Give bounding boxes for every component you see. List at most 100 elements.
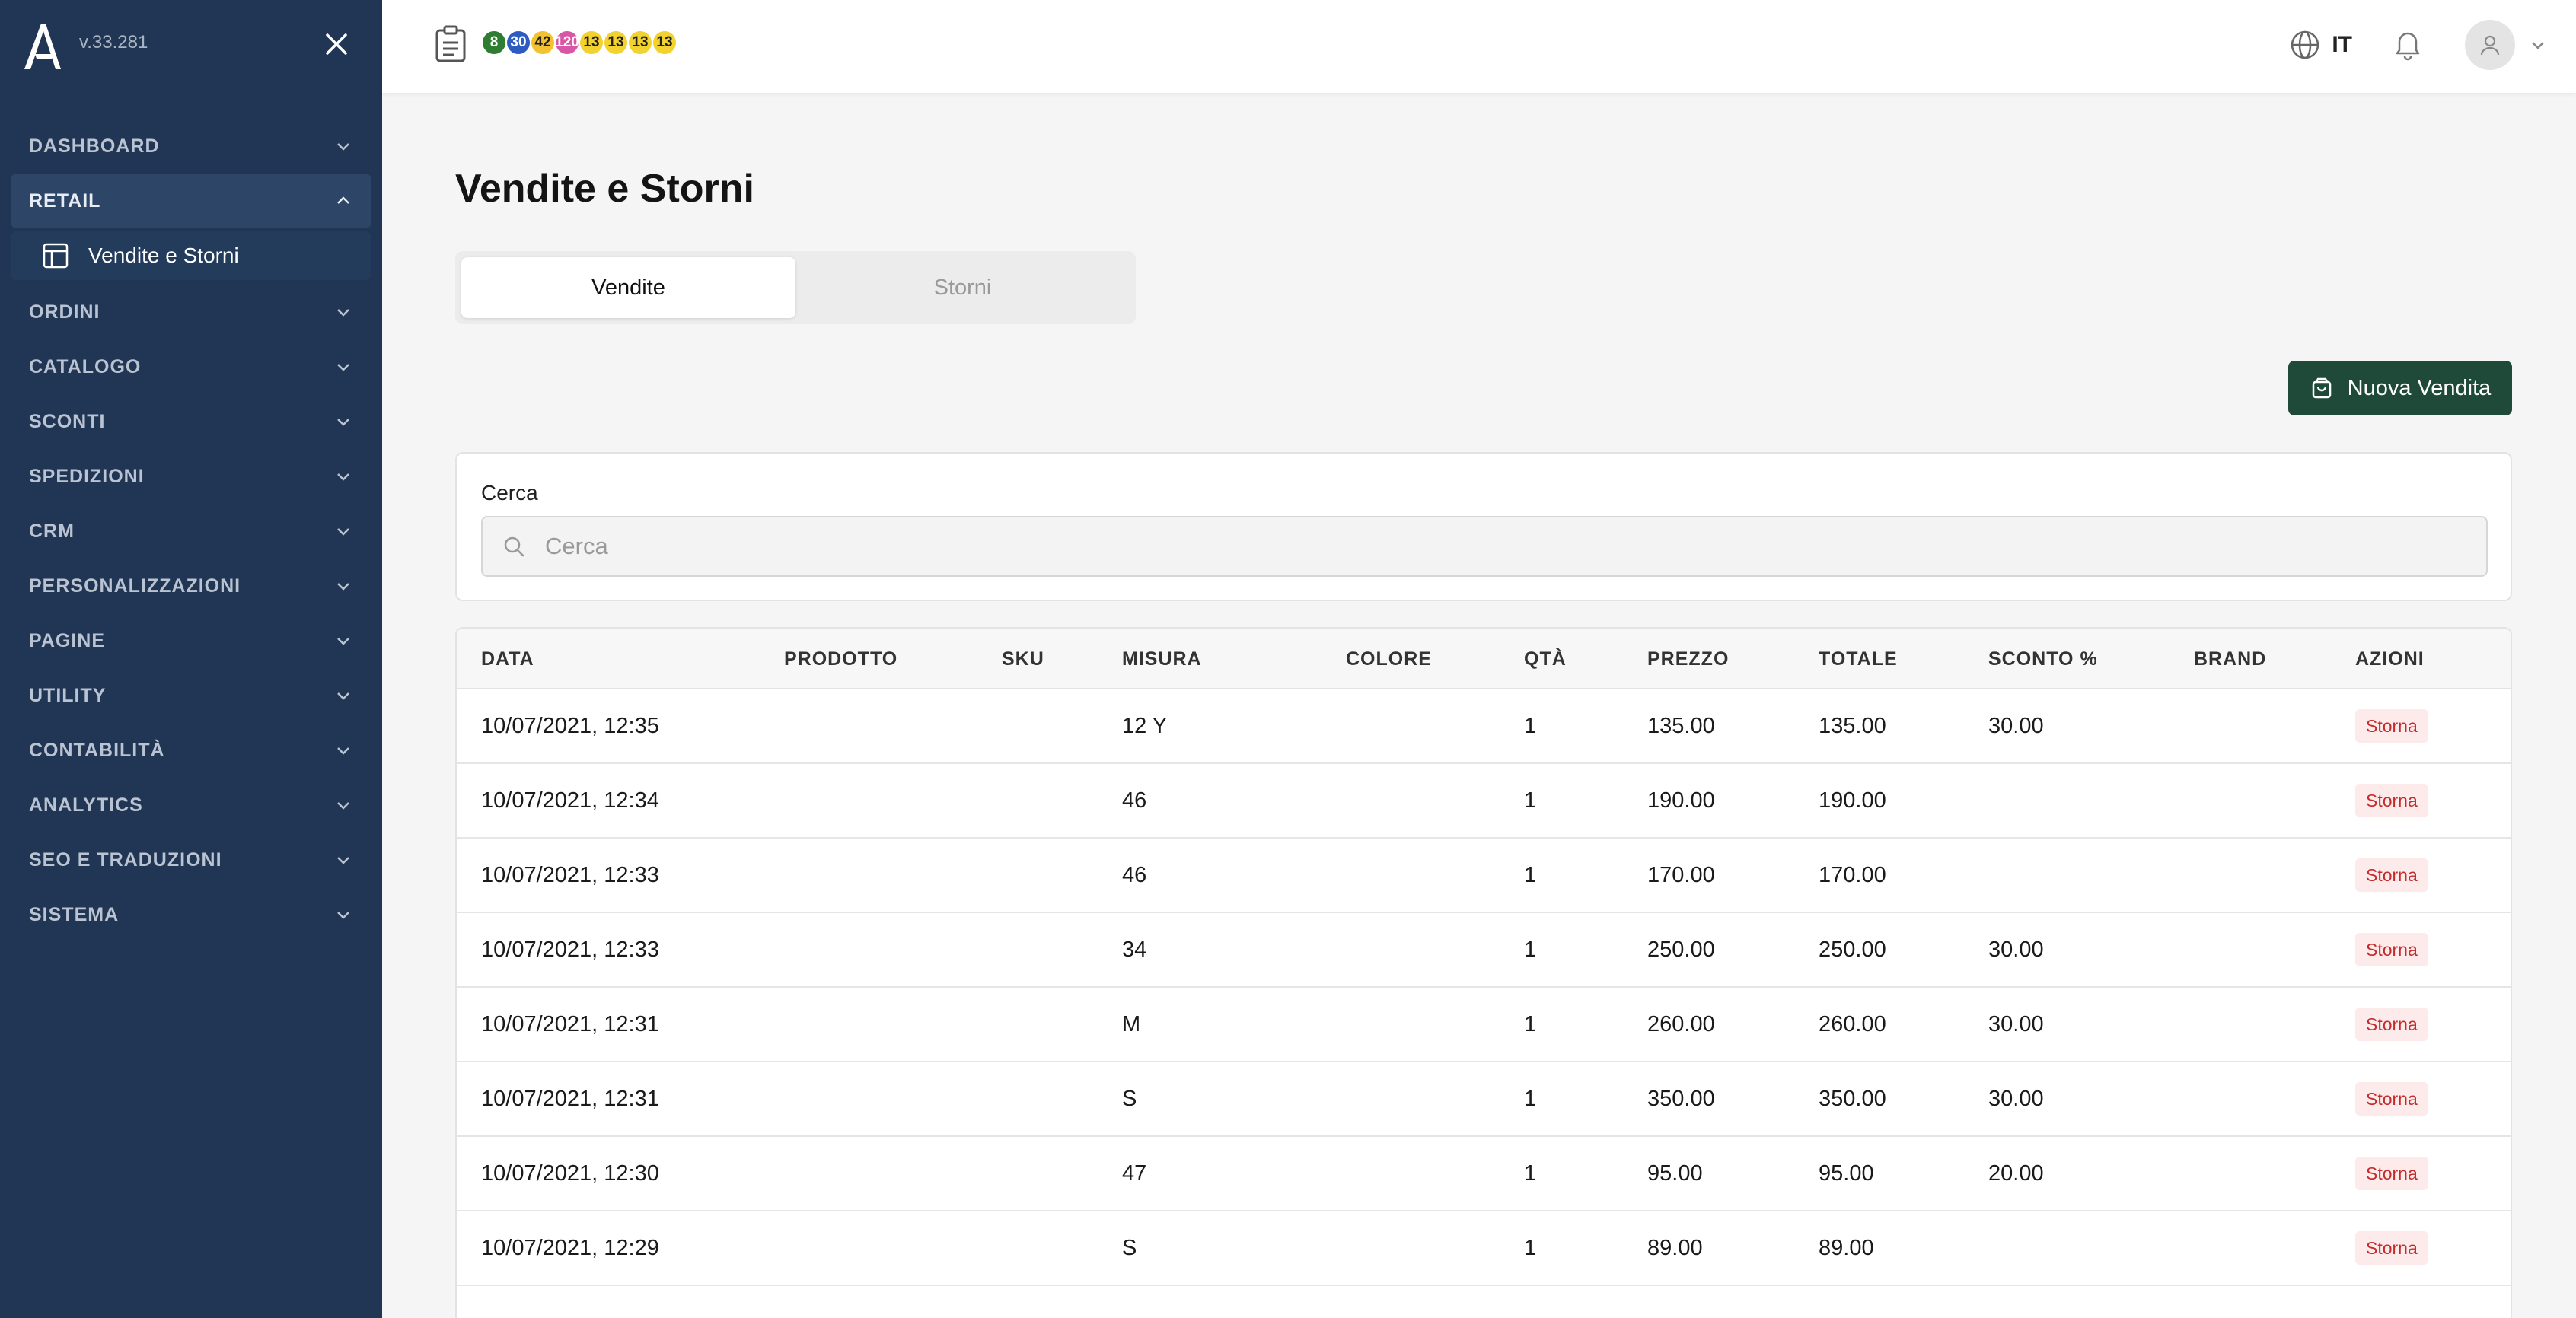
status-badge[interactable]: 42 — [530, 30, 556, 56]
sidebar-subitem-vendite-storni[interactable]: Vendite e Storni — [11, 231, 371, 280]
cell-prezzo: 260.00 — [1647, 1012, 1715, 1036]
table-row[interactable]: 10/07/2021, 12:34 46 1 190.00 190.00 Storna — [457, 764, 2511, 839]
sidebar-item-sistema[interactable]: SISTEMA — [11, 887, 371, 942]
clipboard-icon[interactable] — [432, 24, 469, 64]
chevron-down-icon[interactable] — [2527, 34, 2549, 56]
storna-button[interactable]: Storna — [2355, 784, 2428, 817]
table-row[interactable]: 10/07/2021, 12:33 34 1 250.00 250.00 30.00 Sto… — [457, 913, 2511, 988]
cell-misura: 47 — [1122, 1161, 1147, 1186]
sidebar-item-personalizzazioni[interactable]: PERSONALIZZAZIONI — [11, 559, 371, 613]
search-icon — [504, 536, 524, 557]
cell-qta: 1 — [1524, 714, 1537, 738]
chevron-down-icon — [337, 857, 349, 864]
table-row[interactable]: 10/07/2021, 12:30 47 1 95.00 95.00 20.00 Storn… — [457, 1137, 2511, 1211]
cell-totale: 190.00 — [1819, 788, 1886, 813]
column-header-colore[interactable]: COLORE — [1346, 648, 1432, 670]
cell-qta: 1 — [1524, 1236, 1537, 1260]
table-row[interactable]: 10/07/2021, 12:33 46 1 170.00 170.00 Storna — [457, 839, 2511, 913]
sidebar-item-seo-traduzioni[interactable]: SEO E TRADUZIONI — [11, 833, 371, 887]
cell-data: 10/07/2021, 12:31 — [481, 1087, 659, 1111]
table-row[interactable]: 10/07/2021, 12:35 12 Y 1 135.00 135.00 30.00 S… — [457, 689, 2511, 764]
sidebar-item-ordini[interactable]: ORDINI — [11, 285, 371, 339]
sidebar-subitem-label: Vendite e Storni — [88, 244, 239, 267]
chevron-down-icon — [337, 364, 349, 371]
column-header-sku[interactable]: SKU — [1002, 648, 1044, 670]
cell-prezzo: 170.00 — [1647, 863, 1715, 887]
sidebar-item-crm[interactable]: CRM — [11, 504, 371, 559]
app-version: v.33.281 — [79, 31, 148, 53]
column-header-misura[interactable]: MISURA — [1122, 648, 1202, 670]
storna-button[interactable]: Storna — [2355, 1082, 2428, 1116]
search-input[interactable] — [545, 533, 2372, 560]
cell-qta: 1 — [1524, 863, 1537, 887]
sidebar-item-dashboard[interactable]: DASHBOARD — [11, 119, 371, 174]
sidebar-item-label: PERSONALIZZAZIONI — [29, 575, 241, 597]
chevron-down-icon — [337, 638, 349, 645]
column-header-data[interactable]: DATA — [481, 648, 534, 670]
sidebar-item-label: UTILITY — [29, 684, 107, 706]
table-row[interactable]: 10/07/2021, 12:31 S 1 350.00 350.00 30.00 Stor… — [457, 1062, 2511, 1137]
cell-data: 10/07/2021, 12:33 — [481, 938, 659, 962]
app-logo-icon[interactable] — [21, 21, 64, 71]
chevron-down-icon — [337, 912, 349, 919]
sidebar-item-label: SEO E TRADUZIONI — [29, 848, 222, 871]
chevron-down-icon — [337, 309, 349, 317]
storna-button[interactable]: Storna — [2355, 1231, 2428, 1265]
storna-button[interactable]: Storna — [2355, 1008, 2428, 1041]
sidebar-item-catalogo[interactable]: CATALOGO — [11, 339, 371, 394]
sidebar-item-label: CATALOGO — [29, 355, 142, 377]
bell-icon[interactable] — [2392, 27, 2424, 61]
cell-misura: S — [1122, 1087, 1137, 1111]
tab-storni[interactable]: Storni — [795, 257, 1130, 318]
sidebar-header: v.33.281 — [0, 0, 382, 91]
sidebar-item-sconti[interactable]: SCONTI — [11, 394, 371, 449]
table-row[interactable]: 10/07/2021, 12:31 M 1 260.00 260.00 30.00 Stor… — [457, 988, 2511, 1062]
storna-button[interactable]: Storna — [2355, 933, 2428, 966]
column-header-prezzo[interactable]: PREZZO — [1647, 648, 1729, 670]
cell-data: 10/07/2021, 12:31 — [481, 1012, 659, 1036]
column-header-brand[interactable]: BRAND — [2194, 648, 2266, 670]
language-selector[interactable]: IT — [2289, 29, 2352, 61]
cell-prezzo: 190.00 — [1647, 788, 1715, 813]
cell-data: 10/07/2021, 12:30 — [481, 1161, 659, 1186]
status-badge[interactable]: 30 — [505, 30, 531, 56]
column-header-sconto[interactable]: SCONTO % — [1988, 648, 2098, 670]
storna-button[interactable]: Storna — [2355, 1157, 2428, 1190]
chevron-down-icon — [337, 747, 349, 755]
avatar[interactable] — [2465, 20, 2515, 70]
status-badge[interactable]: 120 — [554, 30, 580, 56]
status-badge[interactable]: 13 — [603, 30, 629, 56]
cell-misura: 34 — [1122, 938, 1147, 962]
sidebar-item-utility[interactable]: UTILITY — [11, 668, 371, 723]
column-header-prodotto[interactable]: PRODOTTO — [784, 648, 897, 670]
search-field[interactable] — [481, 516, 2488, 577]
status-badge[interactable]: 13 — [627, 30, 653, 56]
sidebar-item-retail[interactable]: RETAIL — [11, 174, 371, 228]
status-badge[interactable]: 13 — [652, 30, 677, 56]
sidebar-item-spedizioni[interactable]: SPEDIZIONI — [11, 449, 371, 504]
close-sidebar-icon[interactable] — [321, 29, 352, 59]
sidebar-nav: DASHBOARD RETAIL Vendite e Storni ORDINI… — [0, 91, 382, 942]
column-header-qta[interactable]: QTÀ — [1524, 648, 1567, 670]
table-row[interactable]: 10/07/2021, 12:29 S 1 89.00 89.00 Storna — [457, 1211, 2511, 1286]
cell-totale: 89.00 — [1819, 1236, 1874, 1260]
chevron-down-icon — [337, 473, 349, 481]
sidebar-item-contabilita[interactable]: CONTABILITÀ — [11, 723, 371, 778]
status-badge[interactable]: 8 — [481, 30, 507, 56]
new-sale-button[interactable]: Nuova Vendita — [2288, 361, 2512, 415]
sidebar-item-pagine[interactable]: PAGINE — [11, 613, 371, 668]
storna-button[interactable]: Storna — [2355, 709, 2428, 743]
cell-misura: 46 — [1122, 788, 1147, 813]
tab-vendite[interactable]: Vendite — [461, 257, 795, 318]
cell-prezzo: 89.00 — [1647, 1236, 1703, 1260]
storna-button[interactable]: Storna — [2355, 858, 2428, 892]
chevron-down-icon — [337, 583, 349, 591]
cell-data: 10/07/2021, 12:33 — [481, 863, 659, 887]
chevron-up-icon — [337, 196, 349, 204]
sidebar-item-label: RETAIL — [29, 189, 101, 212]
sidebar-item-analytics[interactable]: ANALYTICS — [11, 778, 371, 833]
sidebar-item-label: CRM — [29, 520, 75, 542]
column-header-totale[interactable]: TOTALE — [1819, 648, 1898, 670]
status-badge[interactable]: 13 — [579, 30, 604, 56]
cell-sconto: 30.00 — [1988, 714, 2044, 738]
